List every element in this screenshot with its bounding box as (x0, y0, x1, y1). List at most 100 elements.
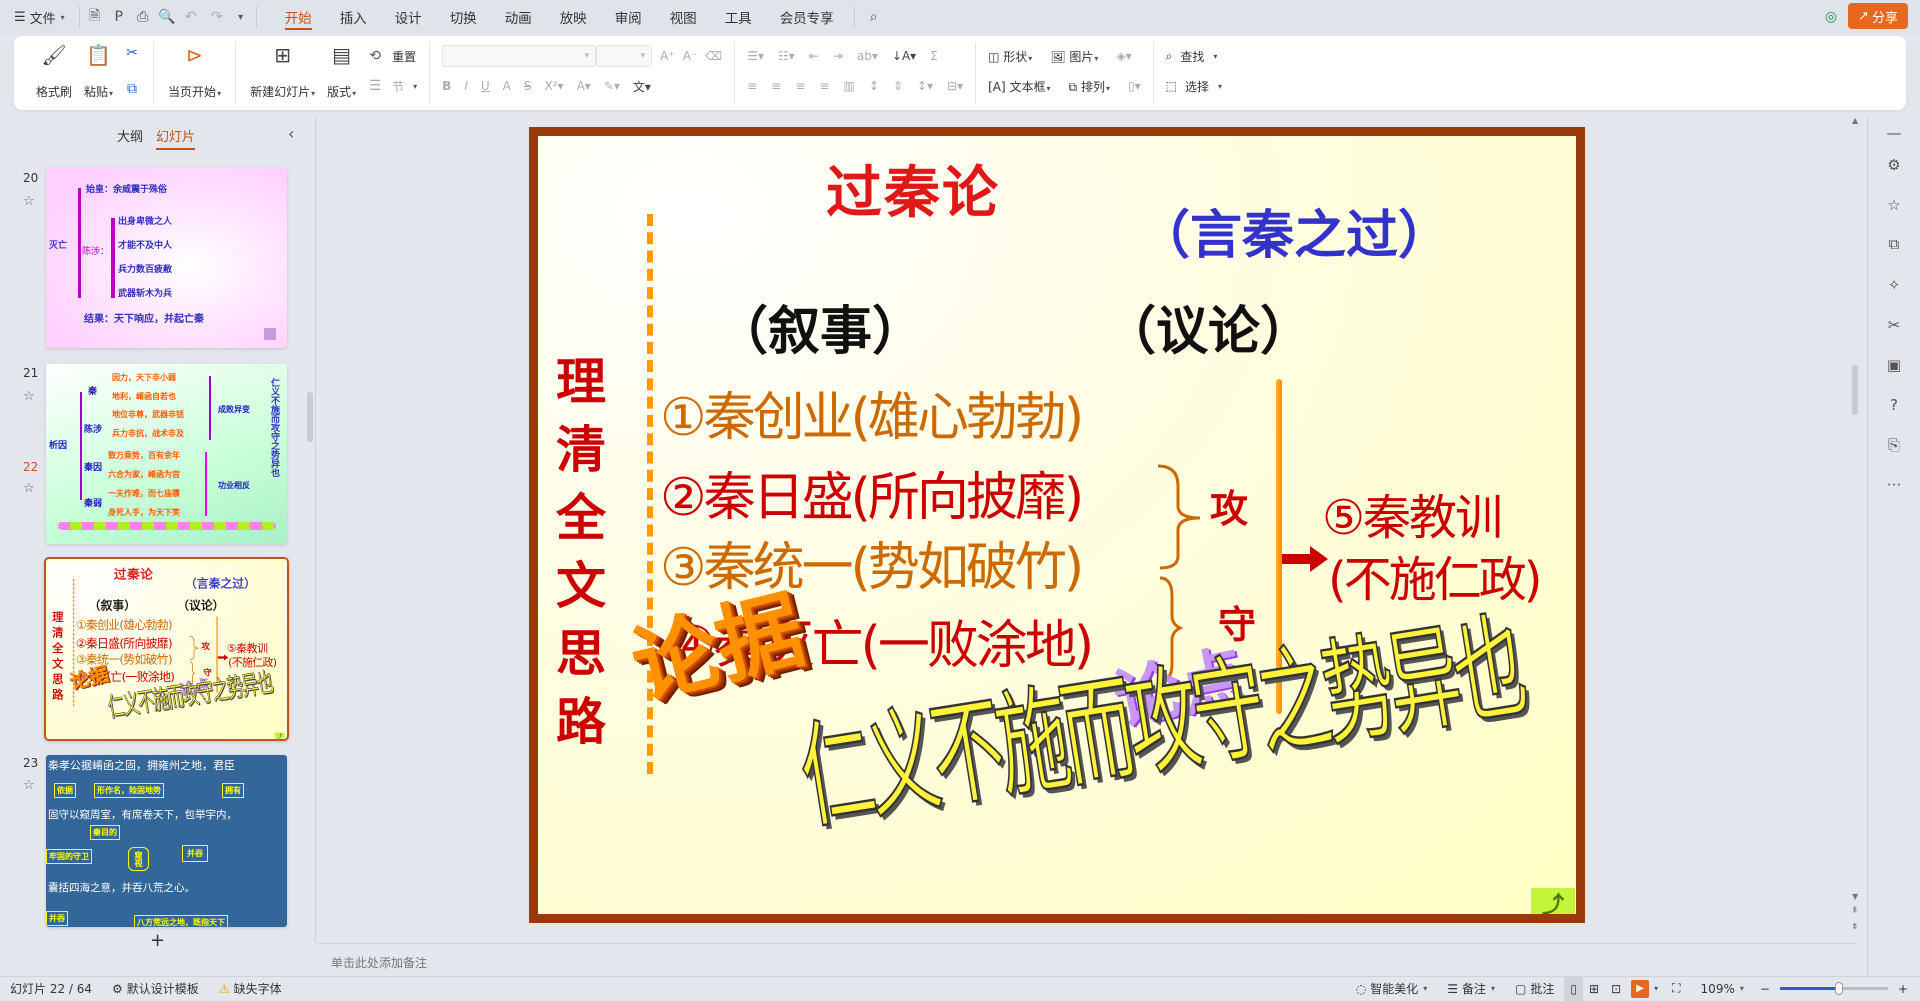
favorite-icon[interactable]: ☆ (1884, 196, 1904, 216)
play-slideshow-button[interactable]: ▶ ▾ (1627, 977, 1662, 1001)
new-slide-button[interactable]: ⊞ 新建幻灯片▾ (244, 42, 321, 100)
zoom-in-icon[interactable]: + (1892, 982, 1920, 996)
copy-icon[interactable]: ⧉ (123, 80, 141, 98)
tab-design[interactable]: 设计 (381, 0, 436, 34)
outline-icon[interactable]: ▯▾ (1128, 79, 1141, 93)
export-pdf-icon[interactable]: P (110, 8, 128, 26)
undo-icon[interactable]: ↶ (182, 8, 200, 26)
tab-insert[interactable]: 插入 (326, 0, 381, 34)
italic-icon[interactable]: I (464, 79, 468, 93)
tab-transition[interactable]: 切换 (436, 0, 491, 34)
tab-member[interactable]: 会员专享 (766, 0, 848, 34)
para-spacing-icon[interactable]: ⇕ (893, 79, 903, 93)
prev-slide-icon[interactable]: ⇞ (1851, 906, 1859, 916)
layout-button[interactable]: ▤ 版式▾ (321, 42, 362, 100)
sort-icon[interactable]: ↓A▾ (892, 49, 916, 63)
next-slide-icon[interactable]: ⇟ (1851, 922, 1859, 932)
font-color-icon[interactable]: A▾ (577, 79, 591, 93)
shape-button[interactable]: ◫ 形状▾ (988, 48, 1032, 65)
zoom-out-icon[interactable]: − (1754, 982, 1776, 996)
print-preview-icon[interactable]: 🔍 (158, 8, 176, 26)
highlight-icon[interactable]: ✎▾ (604, 79, 620, 93)
zoom-slider[interactable] (1779, 982, 1888, 995)
outdent-icon[interactable]: ⇤ (809, 49, 819, 63)
picture-button[interactable]: 🖼 图片▾ (1050, 48, 1098, 65)
thumbnail-scrollbar[interactable] (307, 392, 313, 442)
fit-window-button[interactable]: ⛶ (1662, 977, 1690, 1001)
justify-icon[interactable]: ≡ (819, 79, 829, 93)
clear-format-icon[interactable]: ⌫ (705, 49, 722, 63)
sorter-view-button[interactable]: ⊞ (1583, 977, 1605, 1001)
beautify-button[interactable]: ◌ 智能美化 ▾ (1346, 977, 1438, 1001)
return-button[interactable]: ⤴ (1531, 888, 1575, 914)
line-spacing-icon[interactable]: ↕ (869, 79, 879, 93)
star-icon[interactable]: ☆ (23, 389, 35, 404)
slide-thumbnail-23[interactable]: 秦孝公据崤函之固，拥雍州之地，君臣 依据 形作名，险固地势 拥有 固守以窥周室，… (46, 755, 287, 927)
list-spacing-icon[interactable]: ↕▾ (917, 79, 933, 93)
share-button[interactable]: ↗ 分享 (1848, 3, 1908, 29)
shadow-icon[interactable]: A (503, 79, 511, 93)
format-painter-button[interactable]: 🖌 格式刷 (30, 42, 78, 100)
align-left-icon[interactable]: ≡ (747, 79, 757, 93)
review-icon[interactable]: ▣ (1884, 356, 1904, 376)
indent-icon[interactable]: ⇥ (833, 49, 843, 63)
properties-icon[interactable]: ⚙ (1884, 156, 1904, 176)
bold-icon[interactable]: B (442, 79, 451, 93)
cloud-sync-icon[interactable]: ◎ (1822, 8, 1840, 26)
tab-home[interactable]: 开始 (271, 0, 326, 34)
scroll-down-icon[interactable]: ▼ (1852, 892, 1858, 901)
tab-slideshow[interactable]: 放映 (546, 0, 601, 34)
tab-review[interactable]: 审阅 (601, 0, 656, 34)
file-menu[interactable]: ☰ 文件 ▾ (6, 0, 73, 34)
textbox-button[interactable]: [A] 文本框▾ (988, 78, 1050, 95)
tab-view[interactable]: 视图 (656, 0, 711, 34)
tab-slides[interactable]: 幻灯片 (156, 126, 196, 150)
tab-outline[interactable]: 大纲 (117, 126, 143, 145)
slide-thumbnail-21[interactable]: 析因 秦 陈涉 秦因 秦弱 因力，天下非小弱 地利，崤函自若也 地位非尊，武器非… (46, 364, 287, 544)
more-icon[interactable]: ··· (1884, 476, 1904, 496)
current-slide[interactable]: 过秦论 （言秦之过） （叙事） （议论） 理 清 全 文 思 路 ①秦创业(雄心… (529, 127, 1585, 923)
convert-icon[interactable]: Σ (930, 49, 938, 63)
font-name-select[interactable]: ▾ (442, 45, 597, 67)
notes-toggle[interactable]: ☰ 备注 ▾ (1437, 977, 1505, 1001)
editor-scrollbar[interactable] (1852, 365, 1858, 415)
collapse-panel-icon[interactable]: ‹ (288, 124, 294, 143)
cut-icon[interactable]: ✂ (123, 44, 141, 62)
comments-toggle[interactable]: ▢ 批注 (1505, 977, 1564, 1001)
normal-view-button[interactable]: ▯ (1564, 976, 1583, 1001)
underline-icon[interactable]: U (481, 79, 490, 93)
share-panel-icon[interactable]: ⎘ (1884, 436, 1904, 456)
strikethrough-icon[interactable]: S (524, 79, 532, 93)
text-direction-icon[interactable]: ab▾ (857, 49, 878, 63)
section-button[interactable]: ☰ 节 ▾ (366, 74, 417, 98)
reading-view-button[interactable]: ⊡ (1605, 977, 1627, 1001)
slide-library-icon[interactable]: ⧉ (1884, 235, 1904, 255)
align-center-icon[interactable]: ≡ (771, 79, 781, 93)
tab-animation[interactable]: 动画 (491, 0, 546, 34)
add-slide-button[interactable]: + (150, 930, 165, 951)
search-icon[interactable]: ⌕ (865, 8, 883, 26)
star-icon[interactable]: ☆ (23, 194, 35, 209)
star-icon[interactable]: ☆ (23, 778, 35, 793)
select-button[interactable]: ⬚ 选择 ▾ (1166, 74, 1222, 98)
notes-pane[interactable]: 单击此处添加备注 (317, 943, 1857, 976)
template-button[interactable]: ⚙ 默认设计模板 (102, 977, 209, 1001)
save-icon[interactable]: 🗎 (86, 8, 104, 26)
slide-thumbnail-22[interactable]: 过秦论 （言秦之过） （叙事） （议论） 理 清 全 文 思 路 ①秦创业(雄心… (44, 557, 289, 741)
more-chevron-icon[interactable]: ▾ (232, 8, 250, 26)
minimize-panel-icon[interactable]: — (1884, 124, 1904, 144)
missing-font-button[interactable]: ⚠ 缺失字体 (209, 977, 292, 1001)
star-icon[interactable]: ☆ (23, 481, 35, 496)
tab-tools[interactable]: 工具 (711, 0, 766, 34)
slide-thumbnail-20[interactable]: 始皇：余威震于殊俗 灭亡 陈涉： 出身卑微之人 才能不及中人 兵力数百疲敝 武器… (46, 168, 287, 348)
print-icon[interactable]: ⎙ (134, 8, 152, 26)
valign-icon[interactable]: ⊟▾ (947, 79, 963, 93)
superscript-icon[interactable]: X²▾ (545, 79, 564, 93)
fill-icon[interactable]: ◈▾ (1116, 49, 1131, 63)
zoom-slider-handle[interactable] (1835, 982, 1844, 995)
bullets-icon[interactable]: ☰▾ (747, 49, 764, 63)
font-size-select[interactable]: ▾ (596, 45, 653, 67)
zoom-select[interactable]: 109% ▾ (1691, 977, 1754, 1001)
paste-button[interactable]: 📋 粘贴▾ (78, 42, 119, 100)
phonetic-icon[interactable]: 文▾ (633, 78, 651, 95)
